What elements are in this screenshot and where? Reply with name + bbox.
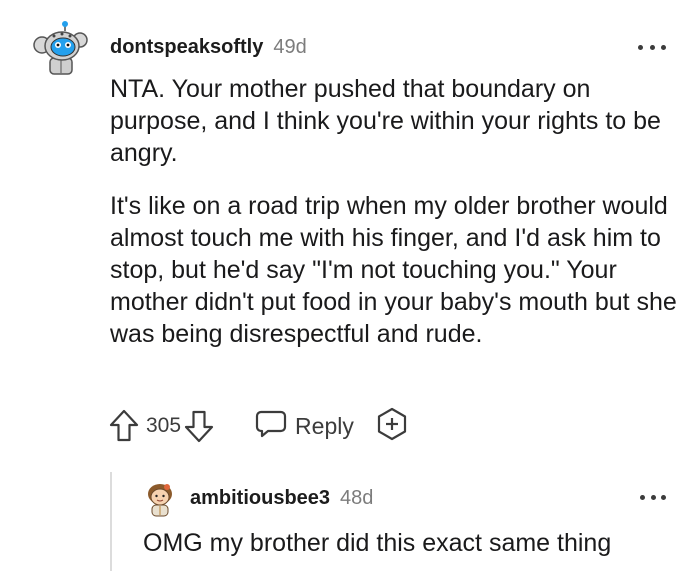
upvote-arrow-icon[interactable] xyxy=(108,408,140,444)
thread-line[interactable] xyxy=(110,472,112,571)
more-options-icon[interactable] xyxy=(638,42,666,52)
award-plus-icon[interactable] xyxy=(376,407,408,446)
robot-avatar-icon[interactable] xyxy=(32,20,90,78)
comment-age: 49d xyxy=(273,36,307,58)
character-avatar-icon[interactable] xyxy=(143,481,177,517)
reply-meta: ambitiousbee3 48d xyxy=(190,487,373,510)
more-options-icon[interactable] xyxy=(640,492,666,502)
reply-button[interactable]: Reply xyxy=(255,409,354,444)
comment-paragraph-2: It's like on a road trip when my older b… xyxy=(110,192,677,348)
comment-username[interactable]: dontspeaksoftly xyxy=(110,36,263,59)
reply-username[interactable]: ambitiousbee3 xyxy=(190,487,330,510)
comment-actions: 305 Reply xyxy=(108,404,408,448)
speech-bubble-icon xyxy=(255,409,287,444)
reply-text: OMG my brother did this exact same thing xyxy=(143,529,612,557)
reply-label: Reply xyxy=(295,412,354,439)
comment-meta: dontspeaksoftly 49d xyxy=(110,36,307,59)
reply-age: 48d xyxy=(340,487,374,509)
downvote-arrow-icon[interactable] xyxy=(183,408,215,444)
vote-score: 305 xyxy=(146,414,182,437)
comment-paragraph-1: NTA. Your mother pushed that boundary on… xyxy=(110,75,661,167)
